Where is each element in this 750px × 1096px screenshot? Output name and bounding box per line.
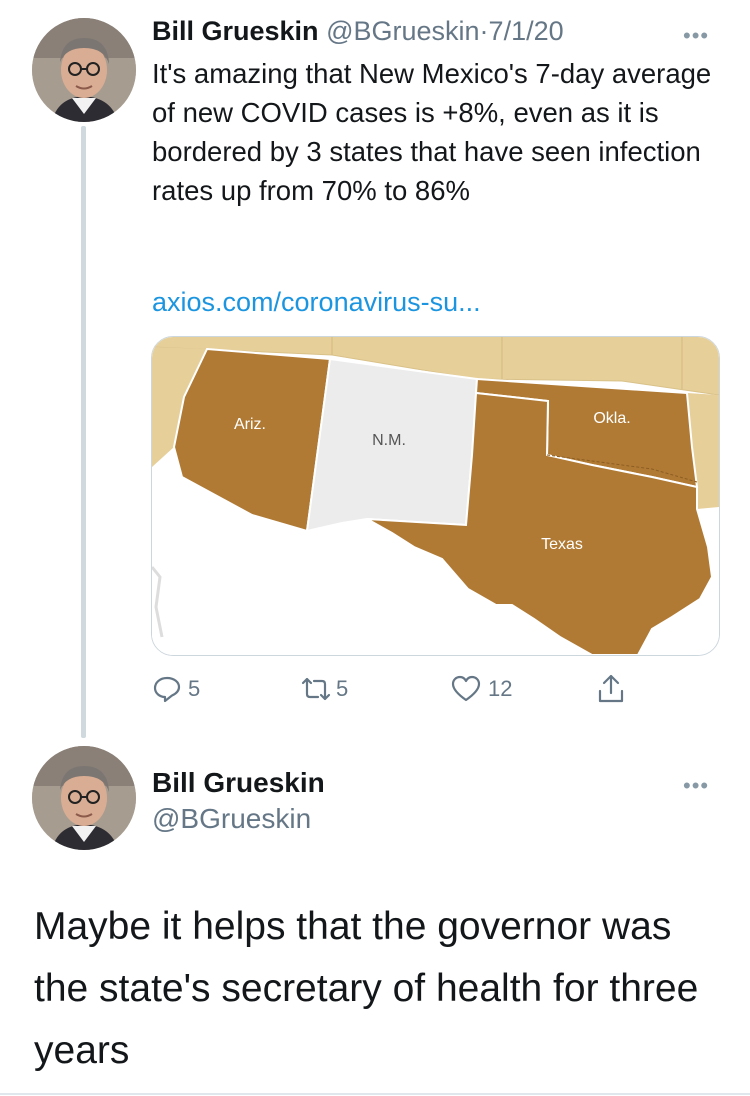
tweet-link[interactable]: axios.com/coronavirus-su... xyxy=(152,284,481,320)
more-options-icon-2[interactable]: ••• xyxy=(683,775,709,797)
retweet-icon xyxy=(301,677,331,701)
author-name[interactable]: Bill Grueskin xyxy=(152,16,319,46)
map-label-okla: Okla. xyxy=(593,410,630,427)
retweet-count: 5 xyxy=(336,676,349,701)
more-options-icon[interactable]: ••• xyxy=(683,25,709,47)
map-label-texas: Texas xyxy=(541,536,583,553)
like-button[interactable]: 12 xyxy=(450,672,512,706)
link-preview-card[interactable]: Ariz. N.M. Okla. Texas xyxy=(151,336,720,656)
map-image: Ariz. N.M. Okla. Texas xyxy=(152,337,719,655)
author-avatar[interactable] xyxy=(32,18,136,122)
thread-connector-line xyxy=(81,126,86,738)
tweet-text: It's amazing that New Mexico's 7-day ave… xyxy=(152,58,712,206)
retweet-button[interactable]: 5 xyxy=(298,672,348,706)
tweet-header: Bill Grueskin @BGrueskin·7/1/20 xyxy=(152,14,564,48)
like-count: 12 xyxy=(488,676,513,701)
reply-count: 5 xyxy=(188,676,201,701)
tweet-text-2: Maybe it helps that the governor was the… xyxy=(34,905,699,1072)
tweet-date[interactable]: 7/1/20 xyxy=(489,16,564,46)
author-name-2[interactable]: Bill Grueskin xyxy=(152,766,325,800)
map-label-ariz: Ariz. xyxy=(234,416,266,433)
map-label-nm: N.M. xyxy=(372,432,406,449)
heart-icon xyxy=(451,675,481,702)
share-icon xyxy=(598,674,624,703)
reply-icon xyxy=(153,676,181,703)
author-handle[interactable]: @BGrueskin xyxy=(326,16,479,46)
author-handle-2[interactable]: @BGrueskin xyxy=(152,802,311,836)
header-separator: · xyxy=(479,16,489,46)
share-button[interactable] xyxy=(596,672,626,706)
divider xyxy=(0,1093,750,1095)
reply-button[interactable]: 5 xyxy=(152,672,200,706)
author-avatar-2[interactable] xyxy=(32,746,136,850)
